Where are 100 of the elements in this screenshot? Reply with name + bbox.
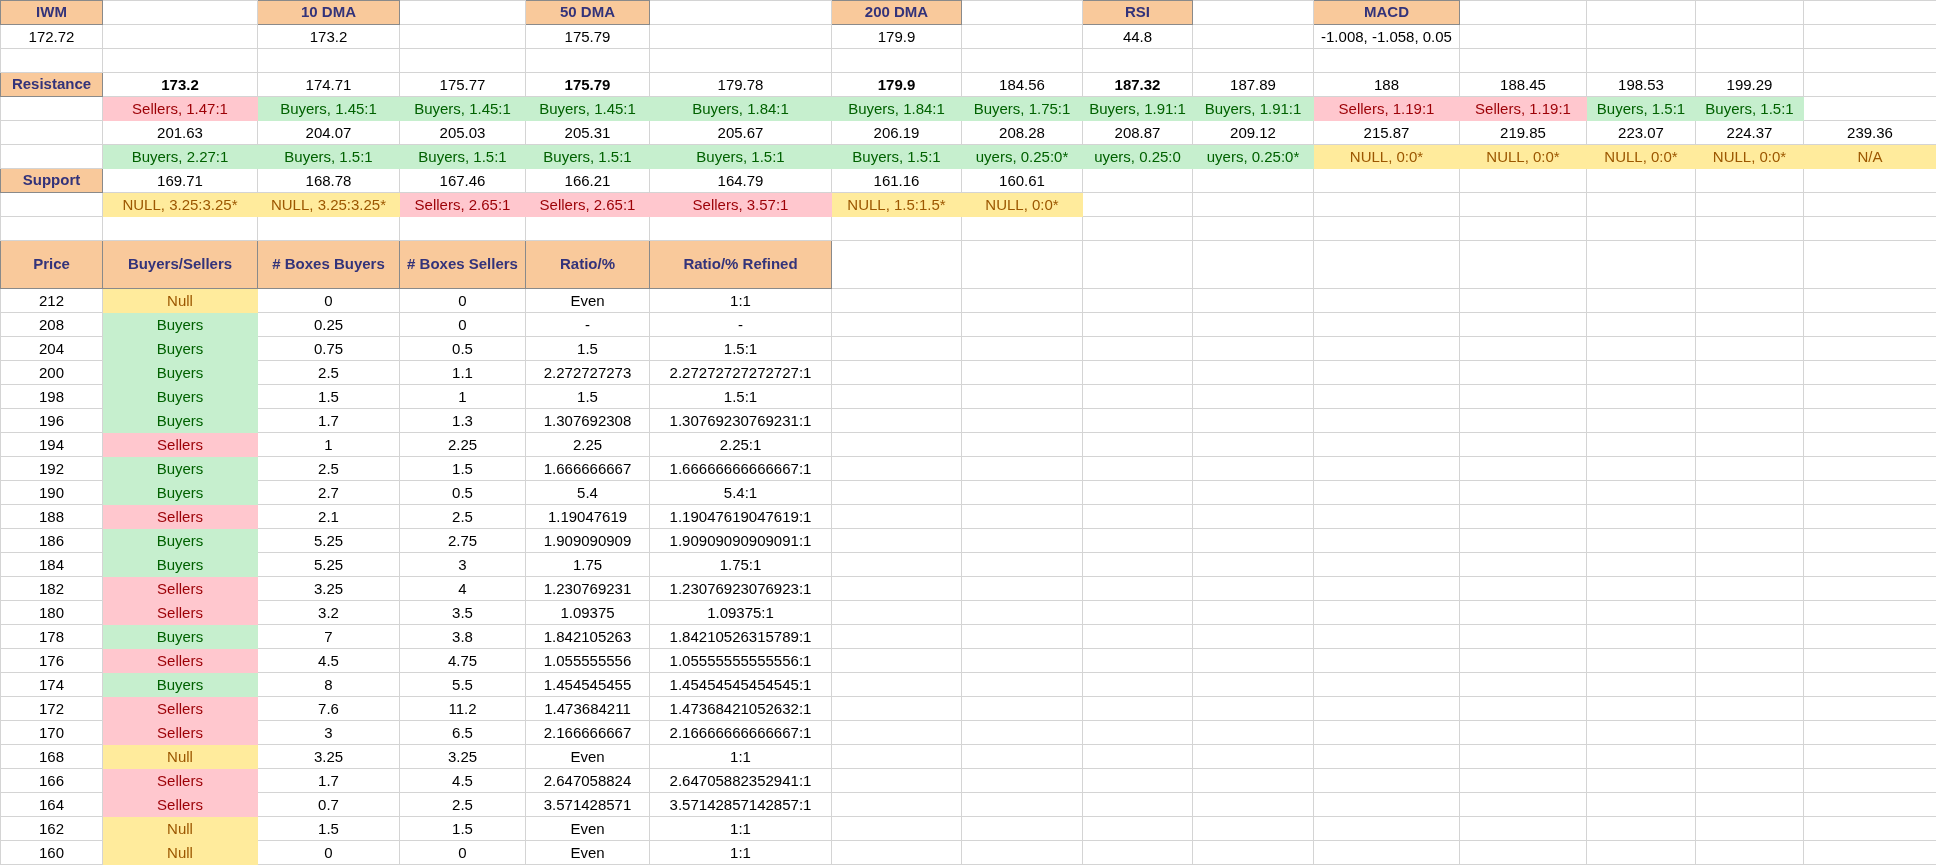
table-cell: 208 — [0, 312, 103, 337]
price-level: 208.28 — [961, 120, 1083, 145]
signal-cell: Buyers, 1.5:1 — [525, 144, 650, 169]
signal-cell: uyers, 0.25:0 — [1082, 144, 1193, 169]
table-cell: 1:1 — [649, 816, 832, 841]
price-level: 198.53 — [1586, 72, 1696, 97]
signal-cell: Buyers, 1.91:1 — [1082, 96, 1193, 121]
price-level: 168.78 — [257, 168, 400, 193]
price-level: 215.87 — [1313, 120, 1460, 145]
indicator-header: RSI — [1082, 0, 1193, 25]
table-cell: 2.16666666666667:1 — [649, 720, 832, 745]
table-cell: 3.571428571 — [525, 792, 650, 817]
signal-cell: Buyers, 1.5:1 — [399, 144, 526, 169]
table-cell: 8 — [257, 672, 400, 697]
signal-cell: Sellers, 2.65:1 — [525, 192, 650, 217]
price-level: 204.07 — [257, 120, 400, 145]
status-cell: Null — [102, 744, 258, 769]
column-header: Ratio/% — [525, 240, 650, 289]
price-level: 209.12 — [1192, 120, 1314, 145]
table-cell: 200 — [0, 360, 103, 385]
signal-cell: Sellers, 3.57:1 — [649, 192, 832, 217]
table-cell: 7.6 — [257, 696, 400, 721]
table-cell: 168 — [0, 744, 103, 769]
price-level: 199.29 — [1695, 72, 1804, 97]
signal-cell: uyers, 0.25:0* — [961, 144, 1083, 169]
table-cell: 172 — [0, 696, 103, 721]
table-cell: 4 — [399, 576, 526, 601]
signal-cell: NULL, 0:0* — [961, 192, 1083, 217]
table-cell: 1.1 — [399, 360, 526, 385]
signal-cell: NULL, 3.25:3.25* — [257, 192, 400, 217]
price-level: 206.19 — [831, 120, 962, 145]
table-cell: 1.90909090909091:1 — [649, 528, 832, 553]
table-cell: 1.666666667 — [525, 456, 650, 481]
table-cell: 2.27272727272727:1 — [649, 360, 832, 385]
table-cell: 174 — [0, 672, 103, 697]
signal-cell: Buyers, 1.45:1 — [399, 96, 526, 121]
table-cell: 2.7 — [257, 480, 400, 505]
table-cell: 170 — [0, 720, 103, 745]
price-level: 223.07 — [1586, 120, 1696, 145]
table-cell: 3.57142857142857:1 — [649, 792, 832, 817]
indicator-value: -1.008, -1.058, 0.05 — [1313, 24, 1460, 49]
table-cell: 164 — [0, 792, 103, 817]
status-cell: Buyers — [102, 528, 258, 553]
table-cell: 3.25 — [257, 576, 400, 601]
status-cell: Buyers — [102, 384, 258, 409]
table-cell: 3.25 — [257, 744, 400, 769]
table-cell: 176 — [0, 648, 103, 673]
table-cell: 1:1 — [649, 288, 832, 313]
price-level: 187.89 — [1192, 72, 1314, 97]
indicator-value: 44.8 — [1082, 24, 1193, 49]
indicator-value: 179.9 — [831, 24, 962, 49]
status-cell: Buyers — [102, 312, 258, 337]
indicator-header: 200 DMA — [831, 0, 962, 25]
status-cell: Buyers — [102, 552, 258, 577]
signal-cell: Buyers, 1.91:1 — [1192, 96, 1314, 121]
table-cell: 0.7 — [257, 792, 400, 817]
signal-cell: Buyers, 1.75:1 — [961, 96, 1083, 121]
table-cell: Even — [525, 288, 650, 313]
price-level: 174.71 — [257, 72, 400, 97]
table-cell: 4.5 — [257, 648, 400, 673]
table-cell: 1 — [257, 432, 400, 457]
table-cell: 2.5 — [257, 456, 400, 481]
table-cell: 198 — [0, 384, 103, 409]
column-header: Buyers/Sellers — [102, 240, 258, 289]
status-cell: Buyers — [102, 336, 258, 361]
status-cell: Null — [102, 840, 258, 865]
table-cell: 0 — [399, 312, 526, 337]
signal-cell: Buyers, 1.84:1 — [649, 96, 832, 121]
table-cell: 2.5 — [257, 360, 400, 385]
table-cell: 1.05555555555556:1 — [649, 648, 832, 673]
price-level: 208.87 — [1082, 120, 1193, 145]
price-level: 160.61 — [961, 168, 1083, 193]
table-cell: 1.19047619 — [525, 504, 650, 529]
table-cell: - — [649, 312, 832, 337]
table-cell: 0.5 — [399, 336, 526, 361]
signal-cell: Sellers, 1.19:1 — [1459, 96, 1587, 121]
column-header: Ratio/% Refined — [649, 240, 832, 289]
table-cell: 184 — [0, 552, 103, 577]
table-cell: 1.5:1 — [649, 336, 832, 361]
table-cell: 190 — [0, 480, 103, 505]
status-cell: Sellers — [102, 600, 258, 625]
table-cell: - — [525, 312, 650, 337]
table-cell: 5.4 — [525, 480, 650, 505]
table-cell: 2.166666667 — [525, 720, 650, 745]
signal-cell: N/A — [1803, 144, 1936, 169]
table-cell: 5.5 — [399, 672, 526, 697]
signal-cell: Buyers, 1.5:1 — [257, 144, 400, 169]
signal-cell: uyers, 0.25:0* — [1192, 144, 1314, 169]
status-cell: Buyers — [102, 480, 258, 505]
table-cell: 1.66666666666667:1 — [649, 456, 832, 481]
table-cell: 1.75:1 — [649, 552, 832, 577]
table-cell: Even — [525, 816, 650, 841]
status-cell: Sellers — [102, 792, 258, 817]
price-level: 167.46 — [399, 168, 526, 193]
status-cell: Buyers — [102, 672, 258, 697]
table-cell: 1.5 — [399, 456, 526, 481]
table-cell: 1.30769230769231:1 — [649, 408, 832, 433]
status-cell: Null — [102, 288, 258, 313]
signal-cell: Buyers, 1.84:1 — [831, 96, 962, 121]
table-cell: 1:1 — [649, 840, 832, 865]
